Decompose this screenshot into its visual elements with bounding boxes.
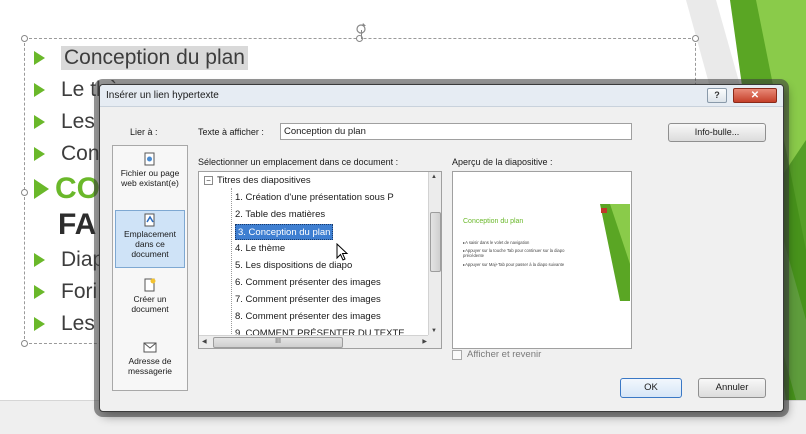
preview-label: Aperçu de la diapositive : (452, 157, 553, 167)
horizontal-scrollbar[interactable]: ◀ III ▶ (199, 335, 430, 348)
slide-bullet[interactable]: Fori (34, 280, 97, 304)
link-type-file[interactable]: Fichier ou page web existant(e) (115, 150, 185, 202)
bullet-triangle-icon (34, 115, 45, 129)
email-icon (143, 342, 157, 353)
scroll-left-icon[interactable]: ◀ (202, 338, 207, 345)
collapse-icon[interactable]: − (204, 176, 213, 185)
slide-bullet[interactable]: Conception du plan (34, 46, 248, 70)
bullet-triangle-icon (34, 285, 45, 299)
ok-button[interactable]: OK (620, 378, 682, 398)
scroll-right-icon[interactable]: ▶ (422, 338, 427, 345)
scroll-down-icon[interactable]: ▼ (431, 328, 437, 334)
resize-handle[interactable] (21, 35, 28, 42)
preview-thumbnail: Conception du plan ▸A saisir dans le vol… (455, 204, 630, 301)
vertical-scrollbar[interactable]: ▲ ▼ (428, 172, 441, 336)
bullet-triangle-icon (34, 83, 45, 97)
text-to-display-label: Texte à afficher : (198, 127, 264, 137)
tree-item[interactable]: 6. Comment présenter des images (235, 275, 381, 291)
scroll-up-icon[interactable]: ▲ (431, 174, 437, 180)
tree-line (231, 188, 232, 338)
preview-line: ▸Appuyer sur Maj+Tab pour passer à la di… (463, 262, 565, 267)
slide-bullet[interactable]: Les (34, 312, 95, 336)
link-type-place[interactable]: Emplacement dans ce document (115, 210, 185, 268)
help-button[interactable]: ? (707, 88, 727, 103)
tree-item[interactable]: 1. Création d'une présentation sous P (235, 190, 394, 206)
hyperlink-dialog: Insérer un lien hypertexte ? ✕ Lier à : … (99, 84, 784, 412)
slide-bullet[interactable]: Con (34, 142, 100, 166)
preview-green-decoration (600, 204, 630, 301)
slide-bullet[interactable]: Diap (34, 248, 104, 272)
tree-item[interactable]: 5. Les dispositions de diapo (235, 258, 352, 274)
dialog-title: Insérer un lien hypertexte (106, 90, 219, 101)
scroll-thumb[interactable]: III (213, 337, 343, 348)
resize-handle[interactable] (21, 189, 28, 196)
scroll-corner (428, 335, 441, 348)
tree-item[interactable]: 8. Comment présenter des images (235, 309, 381, 325)
place-tree: − Titres des diapositives 1. Création d'… (198, 171, 442, 349)
mouse-cursor-icon (336, 243, 349, 261)
tree-item[interactable]: 7. Comment présenter des images (235, 292, 381, 308)
resize-handle[interactable] (21, 340, 28, 347)
show-and-return-option[interactable]: Afficher et revenir (452, 349, 541, 360)
tree-item[interactable]: 4. Le thème (235, 241, 285, 257)
tree-item-selected[interactable]: 3. Conception du plan (235, 224, 334, 240)
close-button[interactable]: ✕ (733, 88, 777, 103)
bullet-triangle-icon (34, 179, 49, 199)
slide-preview: Conception du plan ▸A saisir dans le vol… (452, 171, 632, 349)
bullet-triangle-icon (34, 253, 45, 267)
slide-heading-line2: FA (58, 208, 97, 241)
link-type-new-document[interactable]: Créer un document (115, 276, 185, 330)
select-place-label: Sélectionner un emplacement dans ce docu… (198, 157, 399, 167)
file-icon (144, 152, 155, 166)
preview-slide-number-icon (601, 208, 607, 213)
rotate-icon[interactable] (354, 22, 368, 36)
new-document-icon (144, 278, 156, 292)
bullet-triangle-icon (34, 51, 45, 65)
preview-line: ▸Appuyer sur la touche Tab pour continue… (463, 248, 565, 258)
tree-item[interactable]: 2. Table des matières (235, 207, 325, 223)
slide-heading[interactable]: CO (34, 172, 100, 206)
screentip-button[interactable]: Info-bulle... (668, 123, 766, 142)
slide-bullet[interactable]: Les (34, 110, 95, 134)
document-place-icon (144, 213, 155, 227)
tree-root[interactable]: Titres des diapositives (217, 173, 311, 189)
dialog-titlebar[interactable]: Insérer un lien hypertexte ? ✕ (100, 85, 783, 107)
bullet-triangle-icon (34, 147, 45, 161)
cancel-button[interactable]: Annuler (698, 378, 766, 398)
resize-handle[interactable] (692, 35, 699, 42)
preview-line: ▸A saisir dans le volet de navigation (463, 240, 530, 245)
scroll-thumb[interactable] (430, 212, 441, 272)
link-type-bar: Fichier ou page web existant(e) Emplacem… (112, 145, 188, 391)
show-and-return-checkbox[interactable] (452, 349, 462, 360)
text-to-display-input[interactable] (280, 123, 632, 140)
link-type-email[interactable]: Adresse de messagerie (115, 338, 185, 388)
bullet-triangle-icon (34, 317, 45, 331)
preview-title: Conception du plan (463, 218, 524, 225)
link-to-label: Lier à : (130, 127, 158, 137)
